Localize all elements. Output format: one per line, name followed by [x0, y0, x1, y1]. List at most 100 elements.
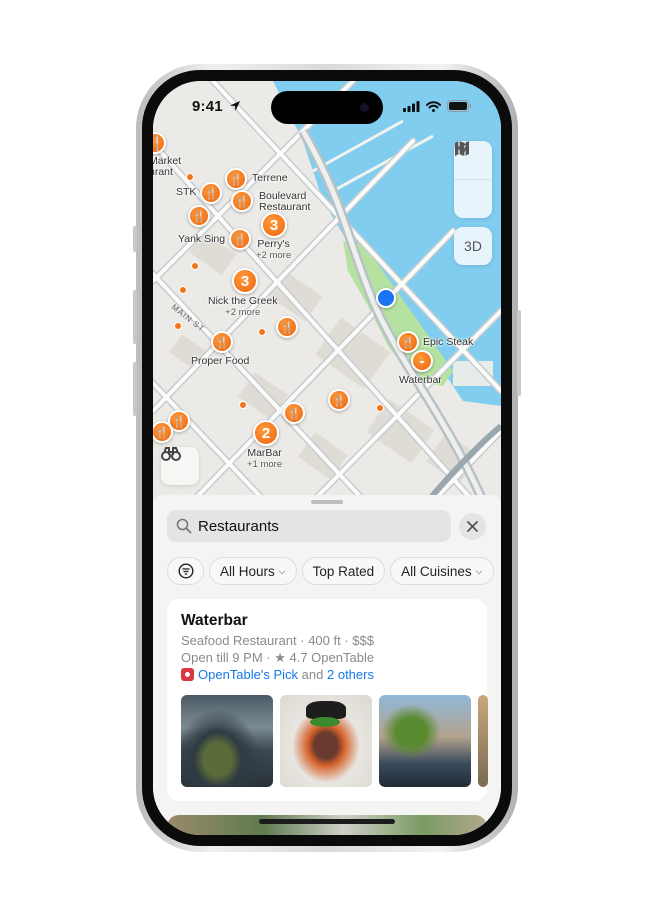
cluster-pin-perrys[interactable]: 3	[261, 212, 287, 238]
place-label-nick-the-greek[interactable]: Nick the Greek +2 more	[208, 296, 277, 319]
result-card-waterbar[interactable]: Waterbar Seafood Restaurant · 400 ft · $…	[167, 599, 488, 801]
filter-all-cuisines[interactable]: All Cuisines ⌵	[390, 557, 494, 585]
restaurant-pin[interactable]: 🍴	[328, 389, 350, 411]
restaurant-pin[interactable]: 🍴	[188, 205, 210, 227]
home-indicator[interactable]	[259, 819, 395, 824]
screen: MAIN ST 🍴 🍴 🍴 🍴 🍴 3 🍴 3 🍴 🍴 🍴 ◒ 🍴 🍴 🍴 🍴 …	[153, 81, 501, 835]
restaurant-pin-terrene[interactable]: 🍴	[225, 168, 247, 190]
map-view[interactable]: MAIN ST 🍴 🍴 🍴 🍴 🍴 3 🍴 3 🍴 🍴 🍴 ◒ 🍴 🍴 🍴 🍴 …	[153, 81, 501, 501]
location-arrow-icon	[230, 101, 241, 111]
close-icon	[467, 521, 478, 532]
photo-dining-view[interactable]	[379, 695, 471, 787]
tracking-button[interactable]	[454, 142, 492, 218]
result-guides: OpenTable's Pick and 2 others	[181, 667, 374, 682]
filter-label: All Hours	[220, 563, 275, 579]
status-time: 9:41	[192, 98, 241, 115]
place-label-terrene[interactable]: Terrene	[252, 173, 288, 184]
dynamic-island	[271, 91, 383, 124]
poi-dot[interactable]	[174, 322, 182, 330]
place-label-perrys[interactable]: Perry's +2 more	[256, 239, 291, 262]
result-details: Seafood Restaurant · 400 ft · $$$	[181, 633, 374, 648]
poi-dot[interactable]	[258, 328, 266, 336]
filter-top-rated[interactable]: Top Rated	[301, 557, 386, 585]
cluster-pin-marbar[interactable]: 2	[253, 420, 279, 446]
restaurant-pin-proper-food[interactable]: 🍴	[211, 331, 233, 353]
fork-knife-icon: 🍴	[192, 210, 206, 223]
fork-knife-icon: 🍴	[235, 195, 249, 208]
user-location-dot	[376, 288, 396, 308]
fork-knife-icon: 🍴	[287, 407, 301, 420]
seafood-icon: ◒	[418, 355, 426, 367]
restaurant-pin-boulevard[interactable]: 🍴	[231, 190, 253, 212]
location-arrow-outline-icon	[455, 142, 469, 156]
result-title: Waterbar	[181, 612, 248, 629]
place-label-yank-sing[interactable]: Yank Sing	[178, 234, 225, 245]
look-around-button[interactable]	[161, 447, 199, 485]
cellular-signal-icon	[403, 100, 420, 112]
search-input[interactable]: Restaurants	[198, 518, 279, 535]
cluster-pin-nick-the-greek[interactable]: 3	[232, 268, 258, 294]
map-controls	[454, 141, 492, 218]
restaurant-pin-stk[interactable]: 🍴	[200, 182, 222, 204]
volume-up-button	[133, 290, 137, 344]
photo-entree[interactable]	[280, 695, 372, 787]
result-hours-rating: Open till 9 PM · ★ 4.7 OpenTable	[181, 650, 375, 665]
volume-down-button	[133, 362, 137, 416]
binoculars-icon	[161, 447, 181, 461]
fork-knife-icon: 🍴	[172, 415, 186, 428]
place-label-stk[interactable]: STK	[176, 187, 196, 198]
restaurant-pin[interactable]: 🍴	[283, 402, 305, 424]
filter-label: Top Rated	[312, 563, 375, 579]
poi-dot[interactable]	[376, 404, 384, 412]
chevron-down-icon: ⌵	[475, 565, 483, 576]
iphone-frame: MAIN ST 🍴 🍴 🍴 🍴 🍴 3 🍴 3 🍴 🍴 🍴 ◒ 🍴 🍴 🍴 🍴 …	[133, 64, 521, 852]
wifi-icon	[426, 100, 441, 112]
sheet-grabber[interactable]	[311, 500, 343, 504]
place-label-waterbar[interactable]: Waterbar	[399, 375, 442, 386]
seafood-pin-waterbar[interactable]: ◒	[411, 350, 433, 372]
fork-knife-icon: 🍴	[280, 321, 294, 334]
filter-icon	[177, 563, 194, 579]
fork-knife-icon: 🍴	[204, 187, 218, 200]
place-label-proper-food[interactable]: Proper Food	[191, 356, 249, 367]
photo-carousel[interactable]	[181, 695, 488, 787]
status-icons	[403, 100, 471, 112]
battery-icon	[447, 100, 471, 112]
chevron-down-icon: ⌵	[278, 565, 286, 576]
filter-all-hours[interactable]: All Hours ⌵	[209, 557, 297, 585]
restaurant-pin-yank-sing[interactable]: 🍴	[229, 228, 251, 250]
place-label[interactable]: Marketurant	[153, 156, 181, 178]
place-label-marbar[interactable]: MarBar +1 more	[247, 448, 282, 471]
results-sheet: Restaurants All Hours ⌵ Top Rated All Cui…	[153, 495, 501, 835]
fork-knife-icon: 🍴	[401, 336, 415, 349]
search-field[interactable]: Restaurants	[167, 510, 451, 542]
next-result-card[interactable]	[167, 815, 487, 835]
map-canvas: MAIN ST	[153, 81, 501, 501]
filter-options-button[interactable]	[167, 557, 204, 585]
photo-dish[interactable]	[181, 695, 273, 787]
place-label-epic-steak[interactable]: Epic Steak	[423, 337, 473, 348]
photo-partial[interactable]	[478, 695, 488, 787]
fork-knife-icon: 🍴	[332, 394, 346, 407]
view-3d-button[interactable]: 3D	[454, 227, 492, 265]
poi-dot[interactable]	[191, 262, 199, 270]
search-icon	[176, 518, 192, 534]
star-icon: ★	[274, 650, 286, 665]
side-button	[517, 310, 521, 396]
place-label-boulevard[interactable]: Boulevard Restaurant	[259, 191, 310, 213]
fork-knife-icon: 🍴	[155, 426, 169, 439]
clear-search-button[interactable]	[459, 513, 486, 540]
action-button	[133, 226, 137, 252]
view-3d-label: 3D	[464, 238, 482, 254]
opentable-pick-link[interactable]: OpenTable's Pick	[198, 667, 298, 682]
fork-knife-icon: 🍴	[233, 233, 247, 246]
filter-chips: All Hours ⌵ Top Rated All Cuisines ⌵	[167, 557, 494, 585]
restaurant-pin[interactable]: 🍴	[276, 316, 298, 338]
opentable-icon	[181, 668, 194, 681]
fork-knife-icon: 🍴	[229, 173, 243, 186]
poi-dot[interactable]	[186, 173, 194, 181]
restaurant-pin-epic-steak[interactable]: 🍴	[397, 331, 419, 353]
poi-dot[interactable]	[179, 286, 187, 294]
others-link[interactable]: 2 others	[327, 667, 374, 682]
poi-dot[interactable]	[239, 401, 247, 409]
